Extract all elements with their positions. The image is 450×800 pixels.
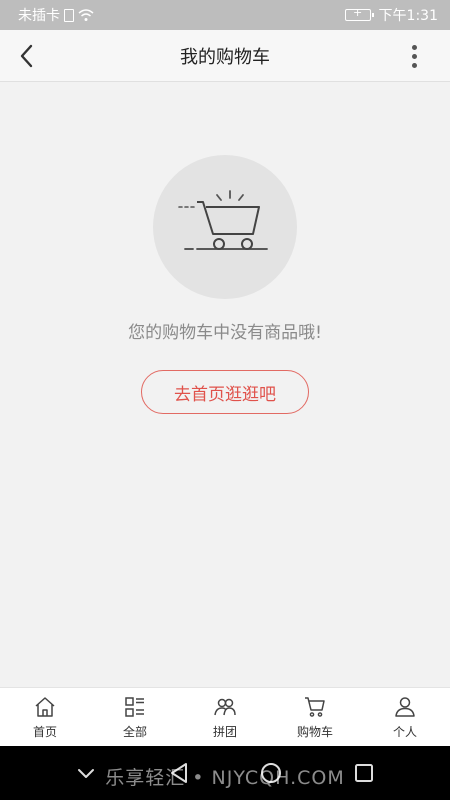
nav-bar: 我的购物车 — [0, 30, 450, 82]
page-title: 我的购物车 — [180, 46, 270, 68]
bottom-tab-bar: 首页 全部 拼团 购物车 个人 — [0, 687, 450, 746]
back-button[interactable] — [10, 40, 42, 72]
status-right: 下午1:31 — [344, 5, 438, 25]
tab-all[interactable]: 全部 — [90, 688, 180, 746]
tab-cart[interactable]: 购物车 — [270, 688, 360, 746]
empty-cart-illustration — [153, 155, 297, 299]
collapse-button[interactable] — [72, 759, 100, 787]
tab-label: 全部 — [122, 725, 147, 739]
empty-cart-icon — [178, 190, 268, 250]
square-recents-icon — [354, 764, 373, 782]
empty-cart-message: 您的购物车中没有商品哦! — [128, 323, 322, 343]
system-navigation-bar — [0, 746, 450, 800]
system-back-button[interactable] — [165, 759, 193, 787]
more-dot-icon — [411, 53, 417, 59]
wifi-icon — [78, 9, 94, 21]
home-icon — [35, 697, 55, 717]
list-icon — [125, 697, 144, 717]
more-options-button[interactable] — [398, 40, 430, 72]
tab-label: 购物车 — [296, 725, 333, 739]
more-dot-icon — [411, 44, 417, 50]
chevron-down-icon — [78, 769, 95, 778]
tab-label: 拼团 — [212, 725, 237, 739]
cart-icon — [305, 697, 325, 717]
person-icon — [395, 697, 415, 717]
clock: 下午1:31 — [378, 8, 438, 24]
battery-icon — [344, 6, 374, 21]
tab-label: 个人 — [392, 725, 417, 739]
status-bar: 未插卡 下午1:31 — [0, 0, 450, 30]
tab-profile[interactable]: 个人 — [360, 688, 450, 746]
triangle-back-icon — [170, 763, 187, 783]
system-home-button[interactable] — [257, 759, 285, 787]
system-recents-button[interactable] — [350, 759, 378, 787]
tab-home[interactable]: 首页 — [0, 688, 90, 746]
group-icon — [214, 698, 236, 716]
tab-label: 首页 — [32, 725, 57, 739]
go-home-button[interactable]: 去首页逛逛吧 — [141, 370, 309, 414]
tab-group-buy[interactable]: 拼团 — [180, 688, 270, 746]
carrier-text: 未插卡 — [18, 8, 60, 24]
more-dot-icon — [411, 62, 417, 68]
circle-home-icon — [261, 763, 282, 783]
chevron-left-icon — [20, 44, 33, 68]
sim-icon — [64, 8, 74, 22]
status-left: 未插卡 — [18, 5, 94, 25]
